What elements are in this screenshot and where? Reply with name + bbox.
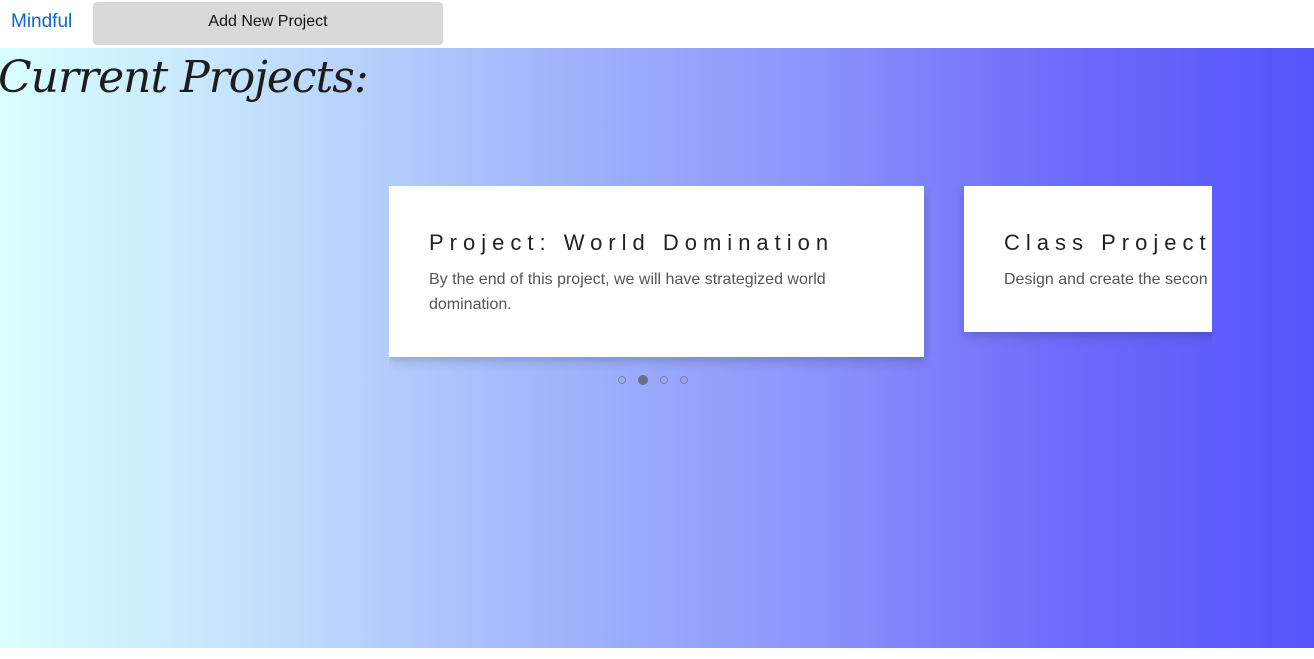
project-card[interactable]: Class Project Design and create the seco… [964,186,1212,332]
top-navbar: Mindful Add New Project [0,0,1314,48]
project-card-title: Project: World Domination [429,230,835,255]
project-card[interactable]: Project: World Domination By the end of … [389,186,924,357]
page-bottom [0,648,1314,659]
brand-link[interactable]: Mindful [11,11,72,33]
carousel-dot[interactable] [618,376,626,384]
add-new-project-button[interactable]: Add New Project [93,2,443,45]
carousel-dot[interactable] [638,375,648,385]
page-title: Current Projects: [0,52,369,103]
project-card-title: Class Project [1004,230,1212,255]
projects-carousel[interactable]: Project: World Domination By the end of … [389,186,1212,406]
project-card-description: Design and create the secon [1004,271,1208,288]
carousel-dot[interactable] [680,376,688,384]
project-card-description: By the end of this project, we will have… [429,271,826,313]
carousel-dot[interactable] [660,376,668,384]
carousel-indicators [618,375,688,385]
projects-section: Current Projects: Project: World Dominat… [0,48,1314,648]
